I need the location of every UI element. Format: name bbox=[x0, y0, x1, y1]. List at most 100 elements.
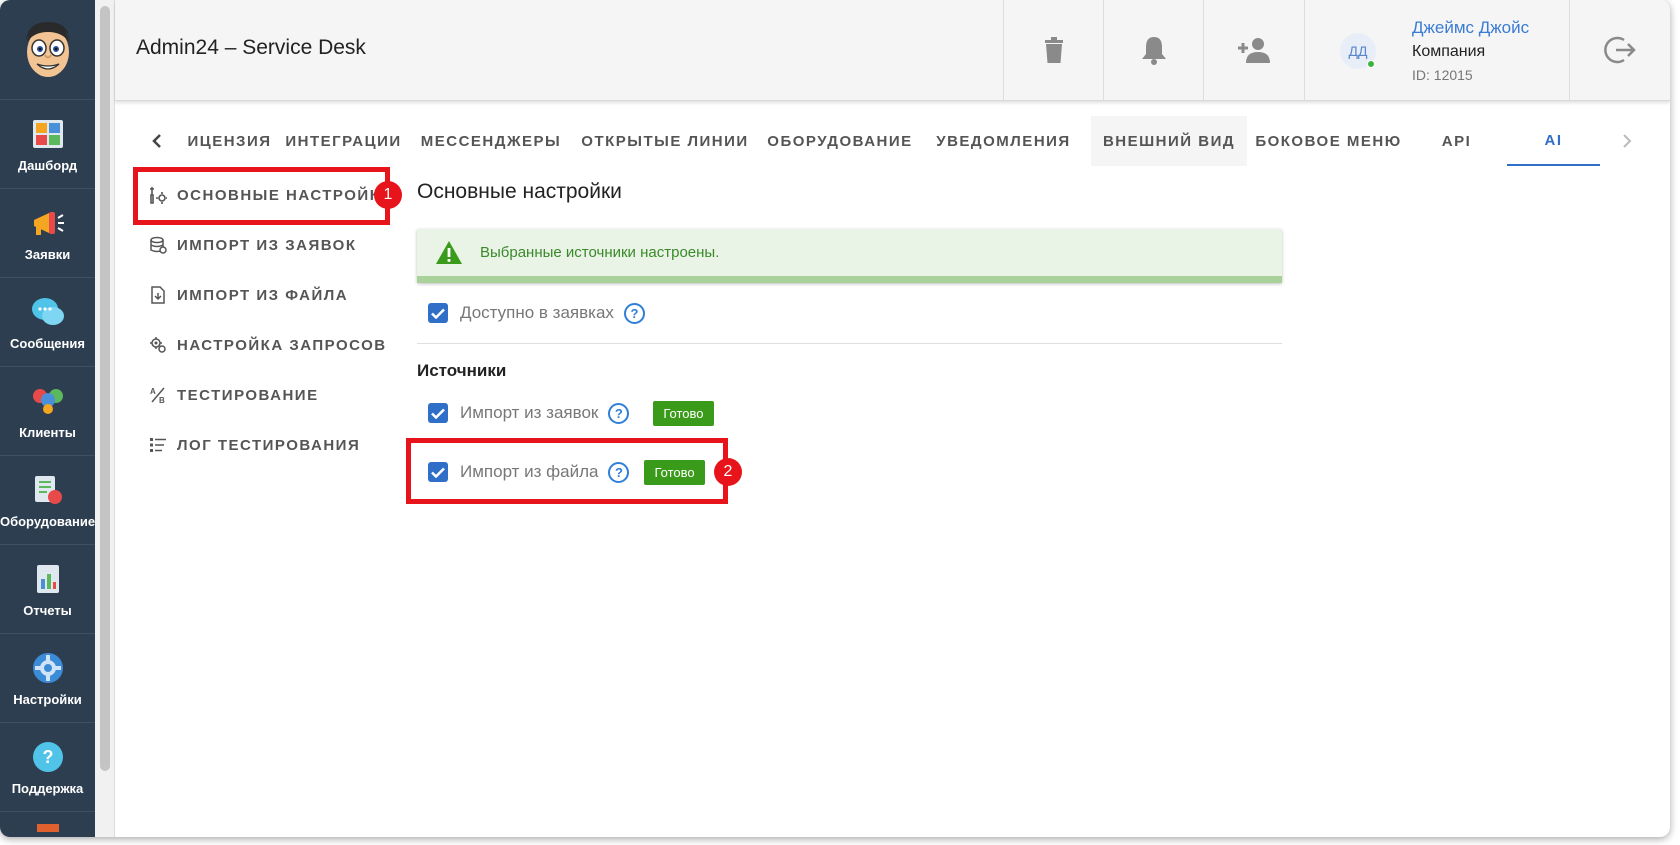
menu-item-testing[interactable]: AB ТЕСТИРОВАНИЕ bbox=[148, 380, 319, 410]
sidebar-item-equipment[interactable]: Оборудование bbox=[0, 456, 95, 545]
sidebar-item-label: Отчеты bbox=[23, 602, 72, 618]
sidebar-item-partial bbox=[0, 812, 95, 832]
svg-text:B: B bbox=[159, 396, 166, 404]
highlight-box-1 bbox=[133, 167, 390, 225]
sidebar-item-label: Поддержка bbox=[11, 780, 84, 796]
source-row: Импорт из заявок ? Готово bbox=[428, 400, 714, 426]
equipment-icon bbox=[30, 472, 66, 508]
megaphone-icon bbox=[30, 205, 66, 241]
menu-item-import-requests[interactable]: ИМПОРТ ИЗ ЗАЯВОК bbox=[148, 230, 357, 260]
tab-notifications[interactable]: УВЕДОМЛЕНИЯ bbox=[922, 116, 1085, 166]
status-badge: Готово bbox=[653, 400, 714, 426]
add-user-icon bbox=[1237, 38, 1270, 63]
tab-appearance[interactable]: ВНЕШНИЙ ВИД bbox=[1091, 116, 1247, 166]
dashboard-icon bbox=[30, 116, 66, 152]
tabs-scroll-left-button[interactable] bbox=[142, 126, 172, 156]
sidebar-item-label: Оборудование bbox=[0, 513, 96, 529]
sources-heading: Источники bbox=[417, 361, 507, 380]
user-company: Компания bbox=[1412, 43, 1486, 60]
online-status-dot bbox=[1367, 60, 1375, 68]
report-icon bbox=[30, 561, 66, 597]
sidebar-item-label: Дашборд bbox=[17, 157, 78, 173]
svg-text:?: ? bbox=[42, 747, 53, 767]
page-title: Admin24 – Service Desk bbox=[136, 36, 366, 59]
trash-button[interactable] bbox=[1003, 0, 1103, 100]
help-icon[interactable]: ? bbox=[623, 302, 645, 324]
bell-icon bbox=[1141, 37, 1166, 65]
sidebar-item-label: Клиенты bbox=[19, 424, 76, 440]
database-icon bbox=[148, 235, 168, 255]
section-title: Основные настройки bbox=[417, 180, 622, 203]
sidebar-item-messages[interactable]: Сообщения bbox=[0, 278, 95, 367]
tab-open-lines[interactable]: ОТКРЫТЫЕ ЛИНИИ bbox=[572, 116, 758, 166]
sidebar-item-support[interactable]: ? Поддержка bbox=[0, 723, 95, 812]
avatar[interactable]: ДД bbox=[1340, 33, 1376, 69]
menu-item-label: ЛОГ ТЕСТИРОВАНИЯ bbox=[177, 436, 361, 454]
add-user-button[interactable] bbox=[1203, 0, 1303, 100]
sidebar-item-settings[interactable]: Настройки bbox=[0, 634, 95, 723]
clients-icon bbox=[30, 383, 66, 419]
available-in-requests-row: Доступно в заявках ? bbox=[428, 301, 645, 325]
menu-item-label: ТЕСТИРОВАНИЕ bbox=[177, 386, 319, 404]
logout-button[interactable] bbox=[1570, 0, 1670, 100]
app-window: Дашборд Заявки Сообщения Клиенты Оборудо… bbox=[0, 0, 1670, 837]
sidebar-item-label: Заявки bbox=[24, 246, 71, 262]
highlight-box-2 bbox=[406, 438, 728, 504]
menu-item-label: НАСТРОЙКА ЗАПРОСОВ bbox=[177, 336, 387, 354]
menu-item-testing-log[interactable]: ЛОГ ТЕСТИРОВАНИЯ bbox=[148, 430, 360, 460]
notifications-button[interactable] bbox=[1103, 0, 1203, 100]
checkmark-icon bbox=[431, 308, 445, 319]
gears-icon bbox=[148, 335, 168, 355]
logo[interactable] bbox=[0, 0, 95, 100]
list-log-icon bbox=[148, 435, 168, 455]
source-label: Импорт из заявок bbox=[460, 403, 599, 422]
tab-ai[interactable]: AI bbox=[1507, 116, 1600, 166]
tab-api[interactable]: API bbox=[1410, 116, 1503, 166]
gear-icon bbox=[30, 650, 66, 686]
ab-test-icon: AB bbox=[148, 385, 168, 405]
scrollbar-thumb[interactable] bbox=[100, 6, 110, 771]
svg-text:A: A bbox=[150, 387, 157, 396]
menu-item-label: ИМПОРТ ИЗ ЗАЯВОК bbox=[177, 236, 357, 254]
success-alert: Выбранные источники настроены. bbox=[417, 229, 1282, 283]
tabs-scroll-right-button[interactable] bbox=[1612, 126, 1642, 156]
chat-bubbles-icon bbox=[30, 294, 66, 330]
sidebar-scrollbar[interactable] bbox=[95, 0, 115, 837]
tab-side-menu[interactable]: БОКОВОЕ МЕНЮ bbox=[1247, 116, 1410, 166]
alert-message: Выбранные источники настроены. bbox=[480, 244, 720, 261]
available-in-requests-checkbox[interactable] bbox=[428, 303, 448, 323]
tab-messengers[interactable]: МЕССЕНДЖЕРЫ bbox=[410, 116, 572, 166]
annotation-marker-2: 2 bbox=[714, 458, 742, 486]
divider bbox=[417, 343, 1282, 344]
top-header: Admin24 – Service Desk ДД Джеймс Джойс К… bbox=[115, 0, 1670, 101]
user-profile[interactable]: ДД Джеймс Джойс Компания ID: 12015 bbox=[1304, 0, 1570, 100]
sidebar-item-label: Настройки bbox=[13, 691, 82, 707]
avatar-initials: ДД bbox=[1348, 43, 1368, 59]
sidebar-item-requests[interactable]: Заявки bbox=[0, 189, 95, 278]
avatar-face-icon bbox=[25, 21, 70, 77]
import-requests-checkbox[interactable] bbox=[428, 403, 448, 423]
help-icon: ? bbox=[30, 739, 66, 775]
sidebar: Дашборд Заявки Сообщения Клиенты Оборудо… bbox=[0, 0, 95, 837]
tab-license[interactable]: ИЦЕНЗИЯ bbox=[182, 116, 277, 166]
checkmark-icon bbox=[431, 408, 445, 419]
sidebar-item-reports[interactable]: Отчеты bbox=[0, 545, 95, 634]
alert-bottom-bar bbox=[417, 276, 1282, 283]
available-in-requests-label: Доступно в заявках bbox=[460, 303, 614, 322]
user-id: ID: 12015 bbox=[1412, 67, 1473, 83]
chevron-left-icon bbox=[152, 134, 161, 148]
tab-integrations[interactable]: ИНТЕГРАЦИИ bbox=[277, 116, 410, 166]
menu-item-request-settings[interactable]: НАСТРОЙКА ЗАПРОСОВ bbox=[148, 330, 387, 360]
sidebar-item-dashboard[interactable]: Дашборд bbox=[0, 100, 95, 189]
sidebar-item-clients[interactable]: Клиенты bbox=[0, 367, 95, 456]
tab-equipment[interactable]: ОБОРУДОВАНИЕ bbox=[758, 116, 922, 166]
logout-icon bbox=[1604, 36, 1636, 64]
file-import-icon bbox=[148, 285, 168, 305]
menu-item-label: ИМПОРТ ИЗ ФАЙЛА bbox=[177, 286, 349, 304]
menu-item-import-file[interactable]: ИМПОРТ ИЗ ФАЙЛА bbox=[148, 280, 348, 310]
help-icon[interactable]: ? bbox=[608, 402, 630, 424]
sidebar-item-label: Сообщения bbox=[10, 335, 85, 351]
user-name-link[interactable]: Джеймс Джойс bbox=[1412, 18, 1529, 38]
chevron-right-icon bbox=[1623, 134, 1632, 148]
trash-icon bbox=[1044, 37, 1063, 63]
